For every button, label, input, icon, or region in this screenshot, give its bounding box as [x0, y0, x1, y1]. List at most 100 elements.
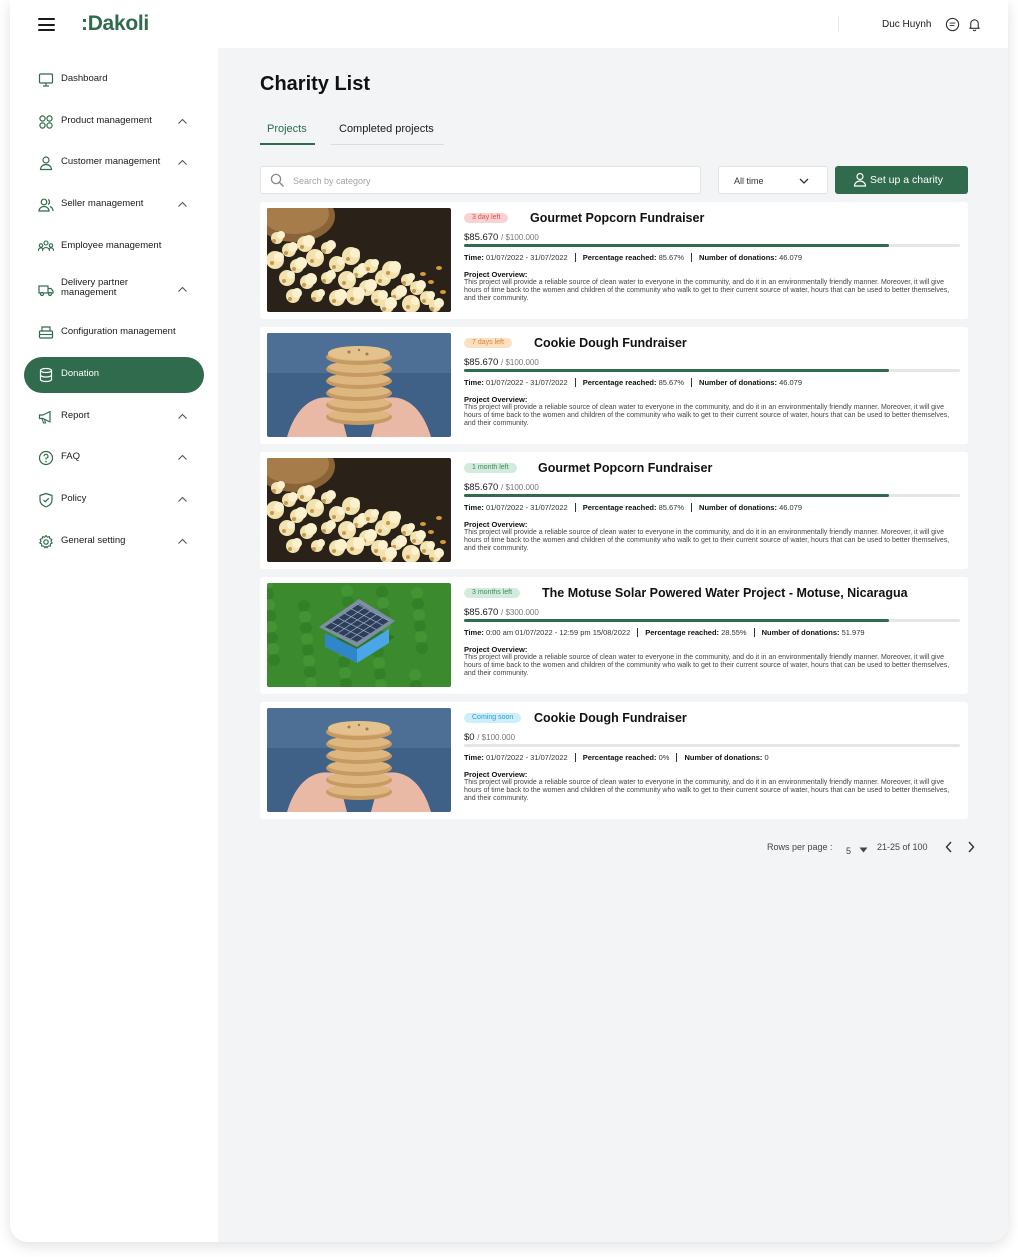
previous-page-icon[interactable] — [944, 841, 954, 853]
overview-label: Project Overview: — [464, 270, 528, 279]
percentage-value: 85.67% — [658, 503, 685, 512]
tab-underline — [331, 144, 444, 145]
project-title[interactable]: Gourmet Popcorn Fundraiser — [530, 211, 704, 225]
project-title[interactable]: Cookie Dough Fundraiser — [534, 336, 687, 350]
app-window: :Dakoli Duc Huynh Dashboard Product mana… — [10, 0, 1008, 1242]
rows-per-page-value: 5 — [846, 846, 852, 856]
main-content: Charity List Projects Completed projects… — [218, 48, 1008, 1242]
progress-bar — [464, 369, 960, 372]
project-info: 7 days left Cookie Dough Fundraiser $85.67… — [464, 327, 962, 444]
chevron-up-icon[interactable] — [177, 117, 188, 126]
project-card[interactable]: 3 day left Gourmet Popcorn Fundraiser $85.… — [260, 202, 968, 319]
search-icon — [270, 173, 284, 187]
percentage-value: 28.55% — [721, 628, 747, 637]
project-info: 3 months left The Motuse Solar Powered Wa… — [464, 577, 962, 694]
top-bar: :Dakoli Duc Huynh — [10, 0, 1008, 48]
setup-charity-label: Set up a charity — [870, 174, 943, 186]
goal-value: $100.000 — [505, 483, 539, 492]
project-card[interactable]: Coming soon Cookie Dough Fundraiser $0 / $… — [260, 702, 968, 819]
bell-icon[interactable] — [967, 17, 982, 32]
chevron-up-icon[interactable] — [177, 158, 188, 167]
project-thumbnail[interactable] — [267, 458, 451, 562]
project-meta: Time: 01/07/2022 - 31/07/2022 Percentage … — [464, 253, 802, 262]
sidebar-item-label: Delivery partner management — [61, 277, 129, 298]
amount-raised: $85.670 / $100.000 — [464, 357, 539, 368]
sidebar-item-employee-management[interactable]: Employee management — [24, 229, 204, 265]
status-badge: 3 day left — [464, 213, 509, 223]
monitor-icon — [38, 73, 54, 87]
message-icon[interactable] — [945, 17, 960, 32]
chevron-up-icon[interactable] — [177, 285, 188, 294]
app-logo[interactable]: :Dakoli — [81, 12, 149, 36]
project-card[interactable]: 3 months left The Motuse Solar Powered Wa… — [260, 577, 968, 694]
status-badge: 7 days left — [464, 338, 512, 348]
project-thumbnail[interactable] — [267, 333, 451, 437]
amount-raised: $85.670 / $100.000 — [464, 232, 539, 243]
project-thumbnail[interactable] — [267, 208, 451, 312]
chevron-up-icon[interactable] — [177, 495, 188, 504]
status-badge: 1 month left — [464, 463, 517, 473]
raised-value: $85.670 — [464, 482, 499, 493]
chevron-up-icon[interactable] — [177, 412, 188, 421]
sidebar-item-delivery-partner-management[interactable]: Delivery partner management — [24, 272, 204, 308]
caret-down-icon — [859, 847, 868, 853]
time-value: 0:00 am 01/07/2022 - 12:59 pm 15/08/2022 — [485, 628, 631, 637]
project-title[interactable]: Cookie Dough Fundraiser — [534, 711, 687, 725]
sidebar-item-label: Report — [61, 410, 90, 421]
status-badge: 3 months left — [464, 588, 521, 598]
sidebar-item-donation[interactable]: Donation — [24, 357, 204, 393]
donations-value: 0 — [764, 753, 769, 762]
settings-icon — [39, 534, 53, 549]
tab-projects[interactable]: Projects — [267, 123, 307, 142]
sidebar-item-label: Employee management — [61, 240, 162, 251]
chevron-down-icon — [799, 178, 809, 184]
project-card[interactable]: 1 month left Gourmet Popcorn Fundraiser $8… — [260, 452, 968, 569]
sidebar-item-product-management[interactable]: Product management — [24, 104, 204, 140]
sidebar-item-label: Product management — [61, 115, 152, 126]
time-value: 01/07/2022 - 31/07/2022 — [485, 378, 568, 387]
megaphone-icon — [38, 410, 51, 424]
project-title[interactable]: Gourmet Popcorn Fundraiser — [538, 461, 712, 475]
sidebar-item-faq[interactable]: FAQ — [24, 440, 204, 476]
tab-completed-projects[interactable]: Completed projects — [339, 123, 434, 142]
percentage-label: Percentage reached: — [645, 628, 720, 637]
sidebar-item-seller-management[interactable]: Seller management — [24, 187, 204, 223]
chevron-up-icon[interactable] — [177, 453, 188, 462]
sidebar-item-policy[interactable]: Policy — [24, 482, 204, 518]
progress-fill — [464, 369, 889, 372]
time-filter-select[interactable]: All time — [718, 166, 828, 194]
chevron-up-icon[interactable] — [177, 200, 188, 209]
sidebar-item-label: Donation — [61, 368, 100, 379]
project-title[interactable]: The Motuse Solar Powered Water Project -… — [542, 586, 908, 600]
sidebar-item-label: Policy — [61, 493, 87, 504]
setup-charity-button[interactable]: Set up a charity — [835, 166, 968, 194]
overview-text: This project will provide a reliable sou… — [464, 279, 950, 302]
sidebar: Dashboard Product management Customer ma… — [10, 48, 218, 1242]
sidebar-item-label: FAQ — [61, 451, 81, 462]
user-name[interactable]: Duc Huynh — [882, 19, 931, 30]
project-thumbnail[interactable] — [267, 708, 451, 812]
shield-icon — [39, 492, 53, 508]
rows-per-page-select[interactable]: 5 — [846, 841, 868, 859]
project-meta: Time: 01/07/2022 - 31/07/2022 Percentage … — [464, 503, 802, 512]
project-info: 3 day left Gourmet Popcorn Fundraiser $85.… — [464, 202, 962, 319]
amount-raised: $0 / $100.000 — [464, 732, 516, 743]
time-value: 01/07/2022 - 31/07/2022 — [485, 503, 568, 512]
time-label: Time: — [464, 253, 484, 262]
project-card[interactable]: 7 days left Cookie Dough Fundraiser $85.67… — [260, 327, 968, 444]
sidebar-item-general-setting[interactable]: General setting — [24, 524, 204, 560]
chevron-up-icon[interactable] — [177, 537, 188, 546]
sidebar-item-report[interactable]: Report — [24, 399, 204, 435]
sidebar-item-dashboard[interactable]: Dashboard — [24, 62, 204, 98]
progress-fill — [464, 494, 889, 497]
sidebar-item-configuration-management[interactable]: Configuration management — [24, 315, 204, 351]
next-page-icon[interactable] — [966, 841, 976, 853]
help-circle-icon — [38, 450, 54, 466]
project-thumbnail[interactable] — [267, 583, 451, 687]
search-input[interactable] — [293, 172, 683, 189]
users-icon — [38, 198, 54, 212]
menu-icon[interactable] — [38, 18, 55, 31]
sidebar-item-customer-management[interactable]: Customer management — [24, 145, 204, 181]
progress-fill — [464, 244, 889, 247]
project-image — [267, 333, 451, 437]
